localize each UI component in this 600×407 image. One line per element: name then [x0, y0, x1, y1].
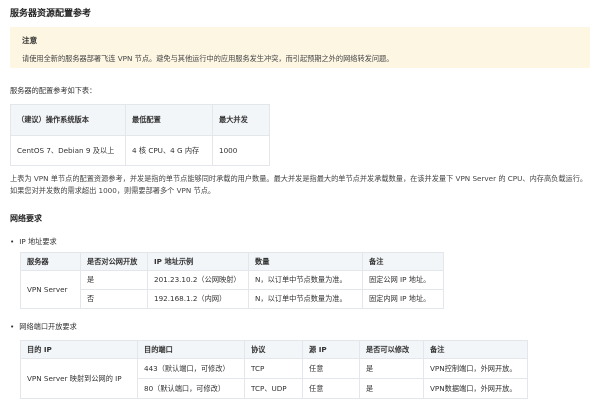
col-max-concurrency: 最大并发 [212, 104, 270, 136]
col-source-ip: 源 IP [302, 340, 360, 359]
cell-server: VPN Server [20, 270, 81, 309]
col-os-version: （建议）操作系统版本 [10, 104, 126, 136]
config-description: 上表为 VPN 单节点的配置资源参考，并发是指的单节点能够同时承载的用户数量。最… [10, 174, 588, 195]
cell-source: 任意 [302, 358, 360, 379]
config-table: （建议）操作系统版本 最低配置 最大并发 CentOS 7、Debian 9 及… [10, 104, 270, 166]
cell-public: 否 [80, 289, 148, 309]
notice-box: 注意 请使用全新的服务器部署飞连 VPN 节点。避免与其他运行中的应用服务发生冲… [10, 27, 590, 68]
notice-text: 请使用全新的服务器部署飞连 VPN 节点。避免与其他运行中的应用服务发生冲突，而… [22, 54, 394, 63]
col-min-config: 最低配置 [125, 104, 213, 136]
cell-config: 4 核 CPU、4 G 内存 [125, 135, 213, 166]
cell-port: 80（默认端口，可修改） [137, 378, 245, 399]
cell-modifiable: 是 [359, 378, 424, 399]
col-server: 服务器 [20, 252, 81, 271]
cell-source: 任意 [302, 378, 360, 399]
ip-table: 服务器 是否对公网开放 IP 地址示例 数量 备注 VPN Server 是 2… [20, 252, 444, 309]
cell-dest-ip: VPN Server 映射到公网的 IP [20, 358, 138, 399]
table-header-row: 服务器 是否对公网开放 IP 地址示例 数量 备注 [20, 252, 444, 271]
col-public: 是否对公网开放 [80, 252, 148, 271]
page-title: 服务器资源配置参考 [10, 9, 92, 19]
table-header-row: （建议）操作系统版本 最低配置 最大并发 [10, 104, 270, 136]
port-table: 目的 IP 目的端口 协议 源 IP 是否可以修改 备注 VPN Server … [20, 340, 528, 399]
table-header-row: 目的 IP 目的端口 协议 源 IP 是否可以修改 备注 [20, 340, 528, 359]
cell-remark: 固定公网 IP 地址。 [362, 270, 444, 290]
cell-count: N，以订单中节点数量为准。 [248, 289, 363, 309]
cell-count: N，以订单中节点数量为准。 [248, 270, 363, 290]
ip-section-label: IP 地址要求 [10, 237, 57, 247]
table-row: VPN Server 是 201.23.10.2（公网映射） N，以订单中节点数… [20, 270, 444, 309]
cell-protocol: TCP、UDP [244, 378, 303, 399]
table-row: 否 192.168.1.2（内网） N，以订单中节点数量为准。 固定内网 IP … [21, 289, 444, 309]
col-count: 数量 [248, 252, 363, 271]
table-row: VPN Server 映射到公网的 IP 443（默认端口，可修改） TCP 任… [20, 358, 528, 399]
cell-remark: 固定内网 IP 地址。 [362, 289, 444, 309]
table-row: CentOS 7、Debian 9 及以上 4 核 CPU、4 G 内存 100… [10, 135, 270, 166]
cell-os: CentOS 7、Debian 9 及以上 [10, 135, 126, 166]
config-intro: 服务器的配置参考如下表： [10, 86, 97, 95]
cell-protocol: TCP [244, 358, 303, 379]
col-dest-port: 目的端口 [137, 340, 245, 359]
cell-port-remark: VPN数据端口，外网开放。 [423, 378, 528, 399]
cell-public: 是 [80, 270, 148, 290]
col-modifiable: 是否可以修改 [359, 340, 424, 359]
cell-port-remark: VPN控制端口，外网开放。 [423, 358, 528, 379]
cell-concurrency: 1000 [212, 135, 270, 166]
col-dest-ip: 目的 IP [20, 340, 138, 359]
cell-ip: 192.168.1.2（内网） [147, 289, 249, 309]
cell-ip: 201.23.10.2（公网映射） [147, 270, 249, 290]
col-protocol: 协议 [244, 340, 303, 359]
col-ip-example: IP 地址示例 [147, 252, 249, 271]
col-remark: 备注 [362, 252, 444, 271]
cell-modifiable: 是 [359, 358, 424, 379]
network-title: 网络要求 [10, 214, 42, 223]
port-section-label: 网络端口开放要求 [10, 322, 77, 332]
col-port-remark: 备注 [423, 340, 528, 359]
cell-port: 443（默认端口，可修改） [137, 358, 245, 379]
notice-title: 注意 [22, 36, 38, 45]
